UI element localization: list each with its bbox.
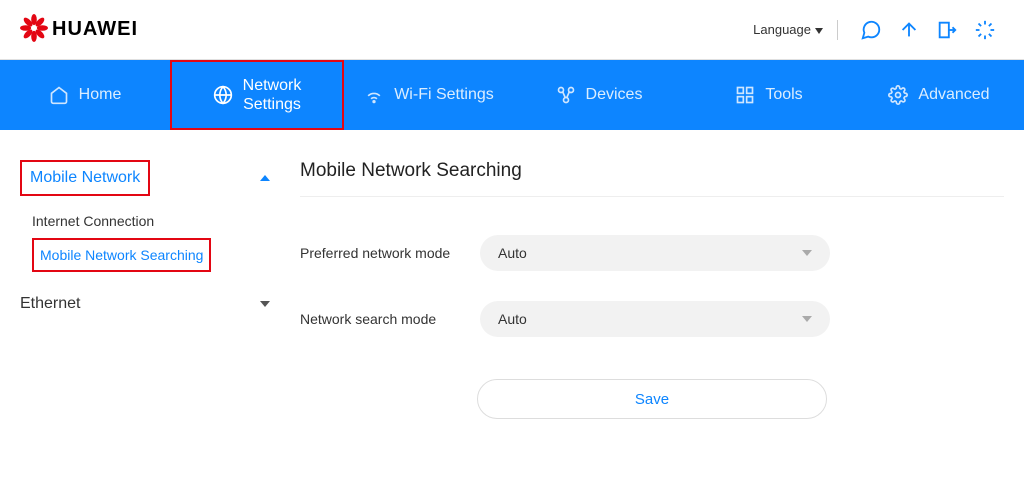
- devices-icon: [556, 85, 576, 105]
- caret-down-icon: [802, 316, 812, 322]
- row-preferred-network-mode: Preferred network mode Auto: [300, 233, 1004, 273]
- caret-down-icon: [815, 22, 823, 37]
- upload-icon[interactable]: [894, 15, 924, 45]
- language-selector[interactable]: Language: [753, 22, 823, 37]
- nav-label: Devices: [586, 85, 643, 104]
- sidebar-item-internet-connection[interactable]: Internet Connection: [32, 204, 270, 238]
- sidebar-item-label: Internet Connection: [32, 213, 154, 229]
- select-value: Auto: [498, 245, 527, 261]
- nav-devices[interactable]: Devices: [514, 60, 684, 130]
- loading-icon: [970, 15, 1000, 45]
- logout-icon[interactable]: [932, 15, 962, 45]
- caret-down-icon: [802, 250, 812, 256]
- huawei-flower-icon: [20, 14, 48, 45]
- nav-wifi-settings[interactable]: Wi-Fi Settings: [344, 60, 514, 130]
- nav-label: Advanced: [918, 85, 989, 104]
- nav-tools[interactable]: Tools: [684, 60, 854, 130]
- nav-label: Home: [79, 85, 122, 104]
- brand-text: HUAWEI: [52, 18, 138, 41]
- save-button[interactable]: Save: [477, 379, 827, 419]
- tools-icon: [735, 85, 755, 105]
- sidebar-group-mobile-network[interactable]: Mobile Network: [20, 160, 150, 196]
- language-label: Language: [753, 22, 811, 37]
- nav-label: Tools: [765, 85, 802, 104]
- nav-label: NetworkSettings: [243, 76, 302, 114]
- select-network-search-mode[interactable]: Auto: [480, 301, 830, 337]
- nav-label: Wi-Fi Settings: [394, 85, 494, 104]
- gear-icon: [888, 85, 908, 105]
- save-button-label: Save: [635, 391, 669, 408]
- nav-network-settings[interactable]: NetworkSettings: [170, 60, 344, 130]
- brand-logo: HUAWEI: [20, 14, 138, 45]
- header: HUAWEI Language: [0, 0, 1024, 60]
- nav-advanced[interactable]: Advanced: [854, 60, 1024, 130]
- sidebar-items: Internet Connection Mobile Network Searc…: [20, 196, 270, 286]
- sidebar-group-label: Mobile Network: [30, 169, 140, 187]
- sidebar-item-mobile-network-searching[interactable]: Mobile Network Searching: [32, 238, 211, 272]
- home-icon: [49, 85, 69, 105]
- main-panel: Mobile Network Searching Preferred netwo…: [300, 160, 1004, 419]
- row-network-search-mode: Network search mode Auto: [300, 299, 1004, 339]
- select-value: Auto: [498, 311, 527, 327]
- page-title: Mobile Network Searching: [300, 160, 1004, 197]
- nav-home[interactable]: Home: [0, 60, 170, 130]
- chat-icon[interactable]: [856, 15, 886, 45]
- content: Mobile Network Internet Connection Mobil…: [0, 130, 1024, 459]
- field-label: Preferred network mode: [300, 245, 480, 261]
- divider: [837, 20, 838, 40]
- main-nav: Home NetworkSettings Wi-Fi Settings Devi…: [0, 60, 1024, 130]
- wifi-icon: [364, 85, 384, 105]
- globe-icon: [213, 85, 233, 105]
- select-preferred-network-mode[interactable]: Auto: [480, 235, 830, 271]
- sidebar-group-ethernet[interactable]: Ethernet: [20, 286, 270, 322]
- sidebar-group-label: Ethernet: [20, 295, 80, 313]
- sidebar-item-label: Mobile Network Searching: [40, 247, 203, 263]
- caret-down-icon: [260, 301, 270, 307]
- sidebar: Mobile Network Internet Connection Mobil…: [20, 160, 300, 419]
- field-label: Network search mode: [300, 311, 480, 327]
- caret-up-icon: [260, 175, 270, 181]
